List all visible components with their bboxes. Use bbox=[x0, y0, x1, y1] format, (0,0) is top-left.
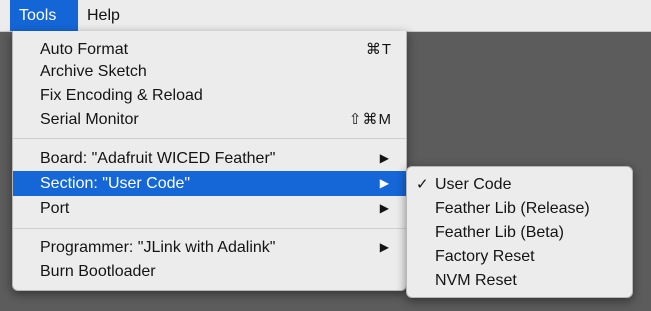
menu-item-label: Serial Monitor bbox=[40, 111, 139, 128]
submenu-item-user-code[interactable]: ✓ User Code bbox=[407, 172, 632, 197]
submenu-item-label: User Code bbox=[435, 176, 512, 193]
menu-item-serial-monitor[interactable]: Serial Monitor ⇧⌘M bbox=[13, 107, 406, 132]
submenu-arrow-icon: ▶ bbox=[379, 201, 389, 215]
menu-item-label: Burn Bootloader bbox=[40, 263, 156, 280]
menu-item-label: Port bbox=[40, 200, 70, 217]
submenu-item-factory-reset[interactable]: Factory Reset bbox=[407, 244, 632, 269]
submenu-item-feather-lib-release[interactable]: Feather Lib (Release) bbox=[407, 196, 632, 221]
section-submenu: ✓ User Code Feather Lib (Release) Feathe… bbox=[406, 166, 633, 298]
menu-item-port[interactable]: Port ▶ bbox=[13, 196, 406, 221]
menu-item-label: Fix Encoding & Reload bbox=[40, 87, 203, 104]
tools-menu: Auto Format ⌘T Archive Sketch Fix Encodi… bbox=[12, 31, 407, 291]
menu-bar-help[interactable]: Help bbox=[78, 0, 138, 31]
submenu-arrow-icon: ▶ bbox=[379, 151, 389, 165]
shortcut-label: ⇧⌘M bbox=[348, 111, 392, 128]
menu-item-fix-encoding[interactable]: Fix Encoding & Reload bbox=[13, 83, 406, 108]
menu-item-label: Board: "Adafruit WICED Feather" bbox=[40, 150, 276, 167]
menu-item-label: Section: "User Code" bbox=[40, 175, 191, 192]
menu-bar: Tools Help bbox=[0, 0, 651, 32]
submenu-arrow-icon: ▶ bbox=[379, 240, 389, 254]
menu-separator bbox=[13, 138, 406, 139]
menu-item-label: Programmer: "JLink with Adalink" bbox=[40, 239, 276, 256]
submenu-item-label: Feather Lib (Release) bbox=[435, 200, 590, 217]
menu-item-board[interactable]: Board: "Adafruit WICED Feather" ▶ bbox=[13, 146, 406, 171]
submenu-item-label: Factory Reset bbox=[435, 248, 535, 265]
submenu-item-label: Feather Lib (Beta) bbox=[435, 224, 564, 241]
submenu-item-nvm-reset[interactable]: NVM Reset bbox=[407, 268, 632, 293]
menu-separator bbox=[13, 228, 406, 229]
menu-item-section[interactable]: Section: "User Code" ▶ bbox=[13, 171, 406, 196]
submenu-arrow-icon: ▶ bbox=[379, 176, 389, 190]
screen: Tools Help Auto Format ⌘T Archive Sketch… bbox=[0, 0, 651, 311]
menu-item-programmer[interactable]: Programmer: "JLink with Adalink" ▶ bbox=[13, 235, 406, 260]
checkmark-icon: ✓ bbox=[416, 176, 429, 193]
menu-item-label: Archive Sketch bbox=[40, 63, 147, 80]
submenu-item-feather-lib-beta[interactable]: Feather Lib (Beta) bbox=[407, 220, 632, 245]
menu-bar-tools[interactable]: Tools bbox=[10, 0, 78, 31]
submenu-item-label: NVM Reset bbox=[435, 272, 517, 289]
menu-item-burn-bootloader[interactable]: Burn Bootloader bbox=[13, 259, 406, 284]
menu-item-archive-sketch[interactable]: Archive Sketch bbox=[13, 59, 406, 84]
